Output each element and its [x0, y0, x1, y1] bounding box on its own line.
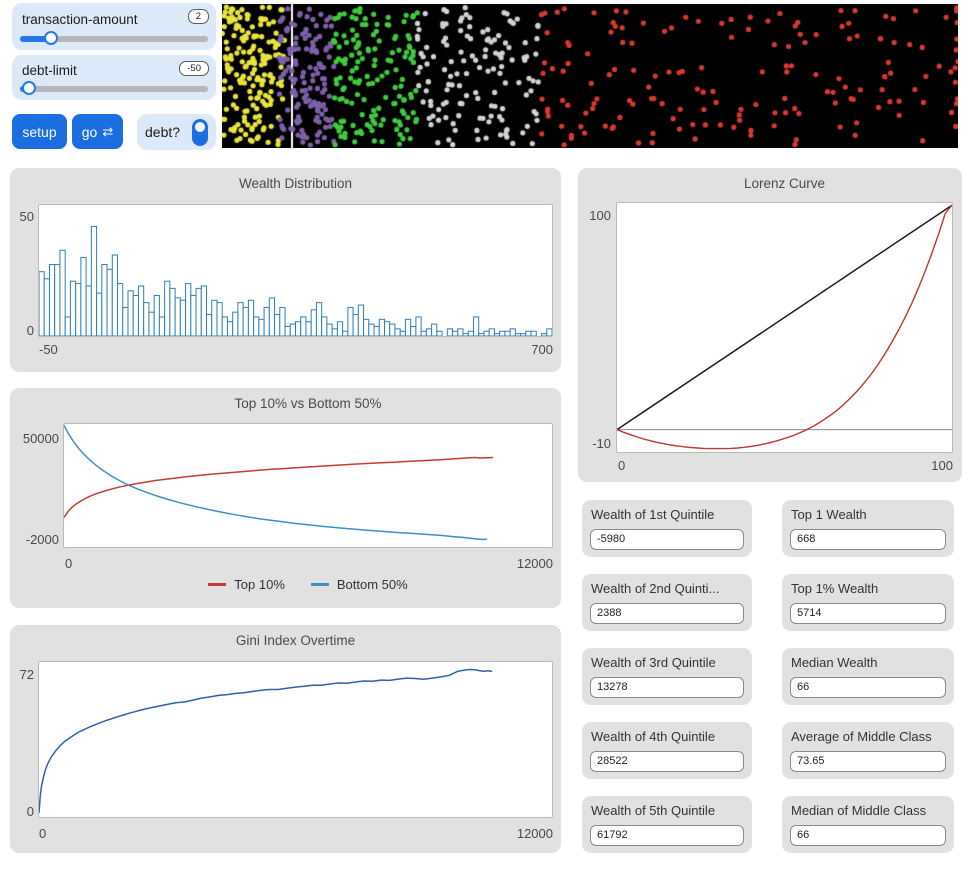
line-chart	[617, 203, 952, 452]
legend-item: Bottom 50%	[311, 577, 408, 592]
chart-legend: Top 10% Bottom 50%	[63, 577, 553, 592]
monitor-value: 5714	[790, 603, 946, 624]
monitor-value: 73.65	[790, 751, 946, 772]
monitor-median-middle-class: Median of Middle Class 66	[782, 796, 954, 853]
monitor-top-1-wealth: Top 1 Wealth 668	[782, 500, 954, 557]
chart-title: Gini Index Overtime	[38, 633, 553, 648]
slider-track[interactable]	[20, 36, 208, 42]
plot-area	[38, 204, 553, 337]
monitor-top-1pct-wealth: Top 1% Wealth 5714	[782, 574, 954, 631]
legend-label: Top 10%	[234, 577, 285, 592]
world-canvas[interactable]	[222, 4, 958, 148]
histogram	[39, 205, 552, 336]
plot-area	[38, 661, 553, 818]
y-tick-bottom: 0	[10, 804, 34, 819]
monitor-label: Average of Middle Class	[791, 729, 945, 744]
monitor-wealth-3rd-quintile: Wealth of 3rd Quintile 13278	[582, 648, 752, 705]
monitor-label: Top 1% Wealth	[791, 581, 945, 596]
y-tick-top: 50	[10, 209, 34, 224]
top10-bottom50-panel: Top 10% vs Bottom 50% 50000 -2000 0 1200…	[10, 388, 561, 608]
monitor-label: Wealth of 2nd Quinti...	[591, 581, 743, 596]
x-tick-right: 100	[853, 458, 953, 473]
plot-area	[616, 202, 953, 453]
debt-switch-label: debt?	[145, 124, 192, 140]
monitor-wealth-2nd-quintile: Wealth of 2nd Quinti... 2388	[582, 574, 752, 631]
legend-dash	[311, 583, 329, 586]
line-chart	[39, 662, 552, 817]
monitor-value: 66	[790, 677, 946, 698]
toggle-pill[interactable]	[192, 119, 208, 146]
monitor-label: Median of Middle Class	[791, 803, 945, 818]
monitor-wealth-1st-quintile: Wealth of 1st Quintile -5980	[582, 500, 752, 557]
slider-thumb[interactable]	[44, 31, 58, 45]
x-tick-right: 12000	[453, 556, 553, 571]
toggle-knob	[195, 122, 205, 132]
netlogo-app: transaction-amount 2 debt-limit -50 setu…	[0, 0, 969, 874]
x-tick-left: 0	[65, 556, 72, 571]
slider-debt-limit[interactable]: debt-limit -50	[12, 55, 216, 100]
setup-button-label: setup	[22, 124, 56, 140]
monitor-label: Wealth of 5th Quintile	[591, 803, 743, 818]
monitor-value: 66	[790, 825, 946, 846]
monitor-value: -5980	[590, 529, 744, 550]
x-tick-right: 700	[453, 342, 553, 357]
x-tick-right: 12000	[453, 826, 553, 841]
plot-area	[63, 423, 553, 548]
legend-item: Top 10%	[208, 577, 285, 592]
chart-title: Wealth Distribution	[38, 176, 553, 191]
y-tick-bottom: 0	[10, 323, 34, 338]
monitor-label: Wealth of 4th Quintile	[591, 729, 743, 744]
slider-thumb[interactable]	[22, 81, 36, 95]
gini-index-panel: Gini Index Overtime 72 0 0 12000	[10, 625, 561, 853]
go-button[interactable]: go ⇄	[72, 114, 123, 149]
slider-value-badge: 2	[188, 9, 209, 24]
lorenz-curve-panel: Lorenz Curve 100 -10 0 100	[578, 168, 962, 482]
monitor-value: 61792	[590, 825, 744, 846]
y-tick-top: 50000	[10, 431, 59, 446]
chart-title: Top 10% vs Bottom 50%	[63, 396, 553, 411]
x-tick-left: 0	[618, 458, 625, 473]
slider-value-badge: -50	[179, 61, 209, 76]
line-chart	[64, 424, 552, 547]
y-tick-top: 72	[10, 667, 34, 682]
monitor-median-wealth: Median Wealth 66	[782, 648, 954, 705]
setup-button[interactable]: setup	[12, 114, 67, 149]
monitor-average-middle-class: Average of Middle Class 73.65	[782, 722, 954, 779]
go-button-label: go	[82, 124, 98, 140]
y-tick-bottom: -2000	[10, 532, 59, 547]
monitor-value: 13278	[590, 677, 744, 698]
legend-label: Bottom 50%	[337, 577, 408, 592]
slider-label: debt-limit	[22, 63, 77, 78]
monitor-value: 28522	[590, 751, 744, 772]
wealth-distribution-panel: Wealth Distribution 50 0 -50 700	[10, 168, 561, 372]
monitor-label: Wealth of 3rd Quintile	[591, 655, 743, 670]
debt-switch[interactable]: debt?	[137, 114, 216, 150]
slider-track[interactable]	[20, 86, 208, 92]
slider-transaction-amount[interactable]: transaction-amount 2	[12, 3, 216, 50]
monitor-label: Wealth of 1st Quintile	[591, 507, 743, 522]
forever-icon: ⇄	[102, 124, 113, 140]
monitor-label: Median Wealth	[791, 655, 945, 670]
x-tick-left: 0	[39, 826, 46, 841]
monitor-value: 2388	[590, 603, 744, 624]
chart-title: Lorenz Curve	[616, 176, 953, 191]
x-tick-left: -50	[39, 342, 58, 357]
y-tick-bottom: -10	[578, 436, 611, 451]
monitor-value: 668	[790, 529, 946, 550]
legend-dash	[208, 583, 226, 586]
y-tick-top: 100	[578, 208, 611, 223]
monitor-label: Top 1 Wealth	[791, 507, 945, 522]
slider-label: transaction-amount	[22, 12, 138, 27]
monitor-wealth-4th-quintile: Wealth of 4th Quintile 28522	[582, 722, 752, 779]
monitor-wealth-5th-quintile: Wealth of 5th Quintile 61792	[582, 796, 752, 853]
